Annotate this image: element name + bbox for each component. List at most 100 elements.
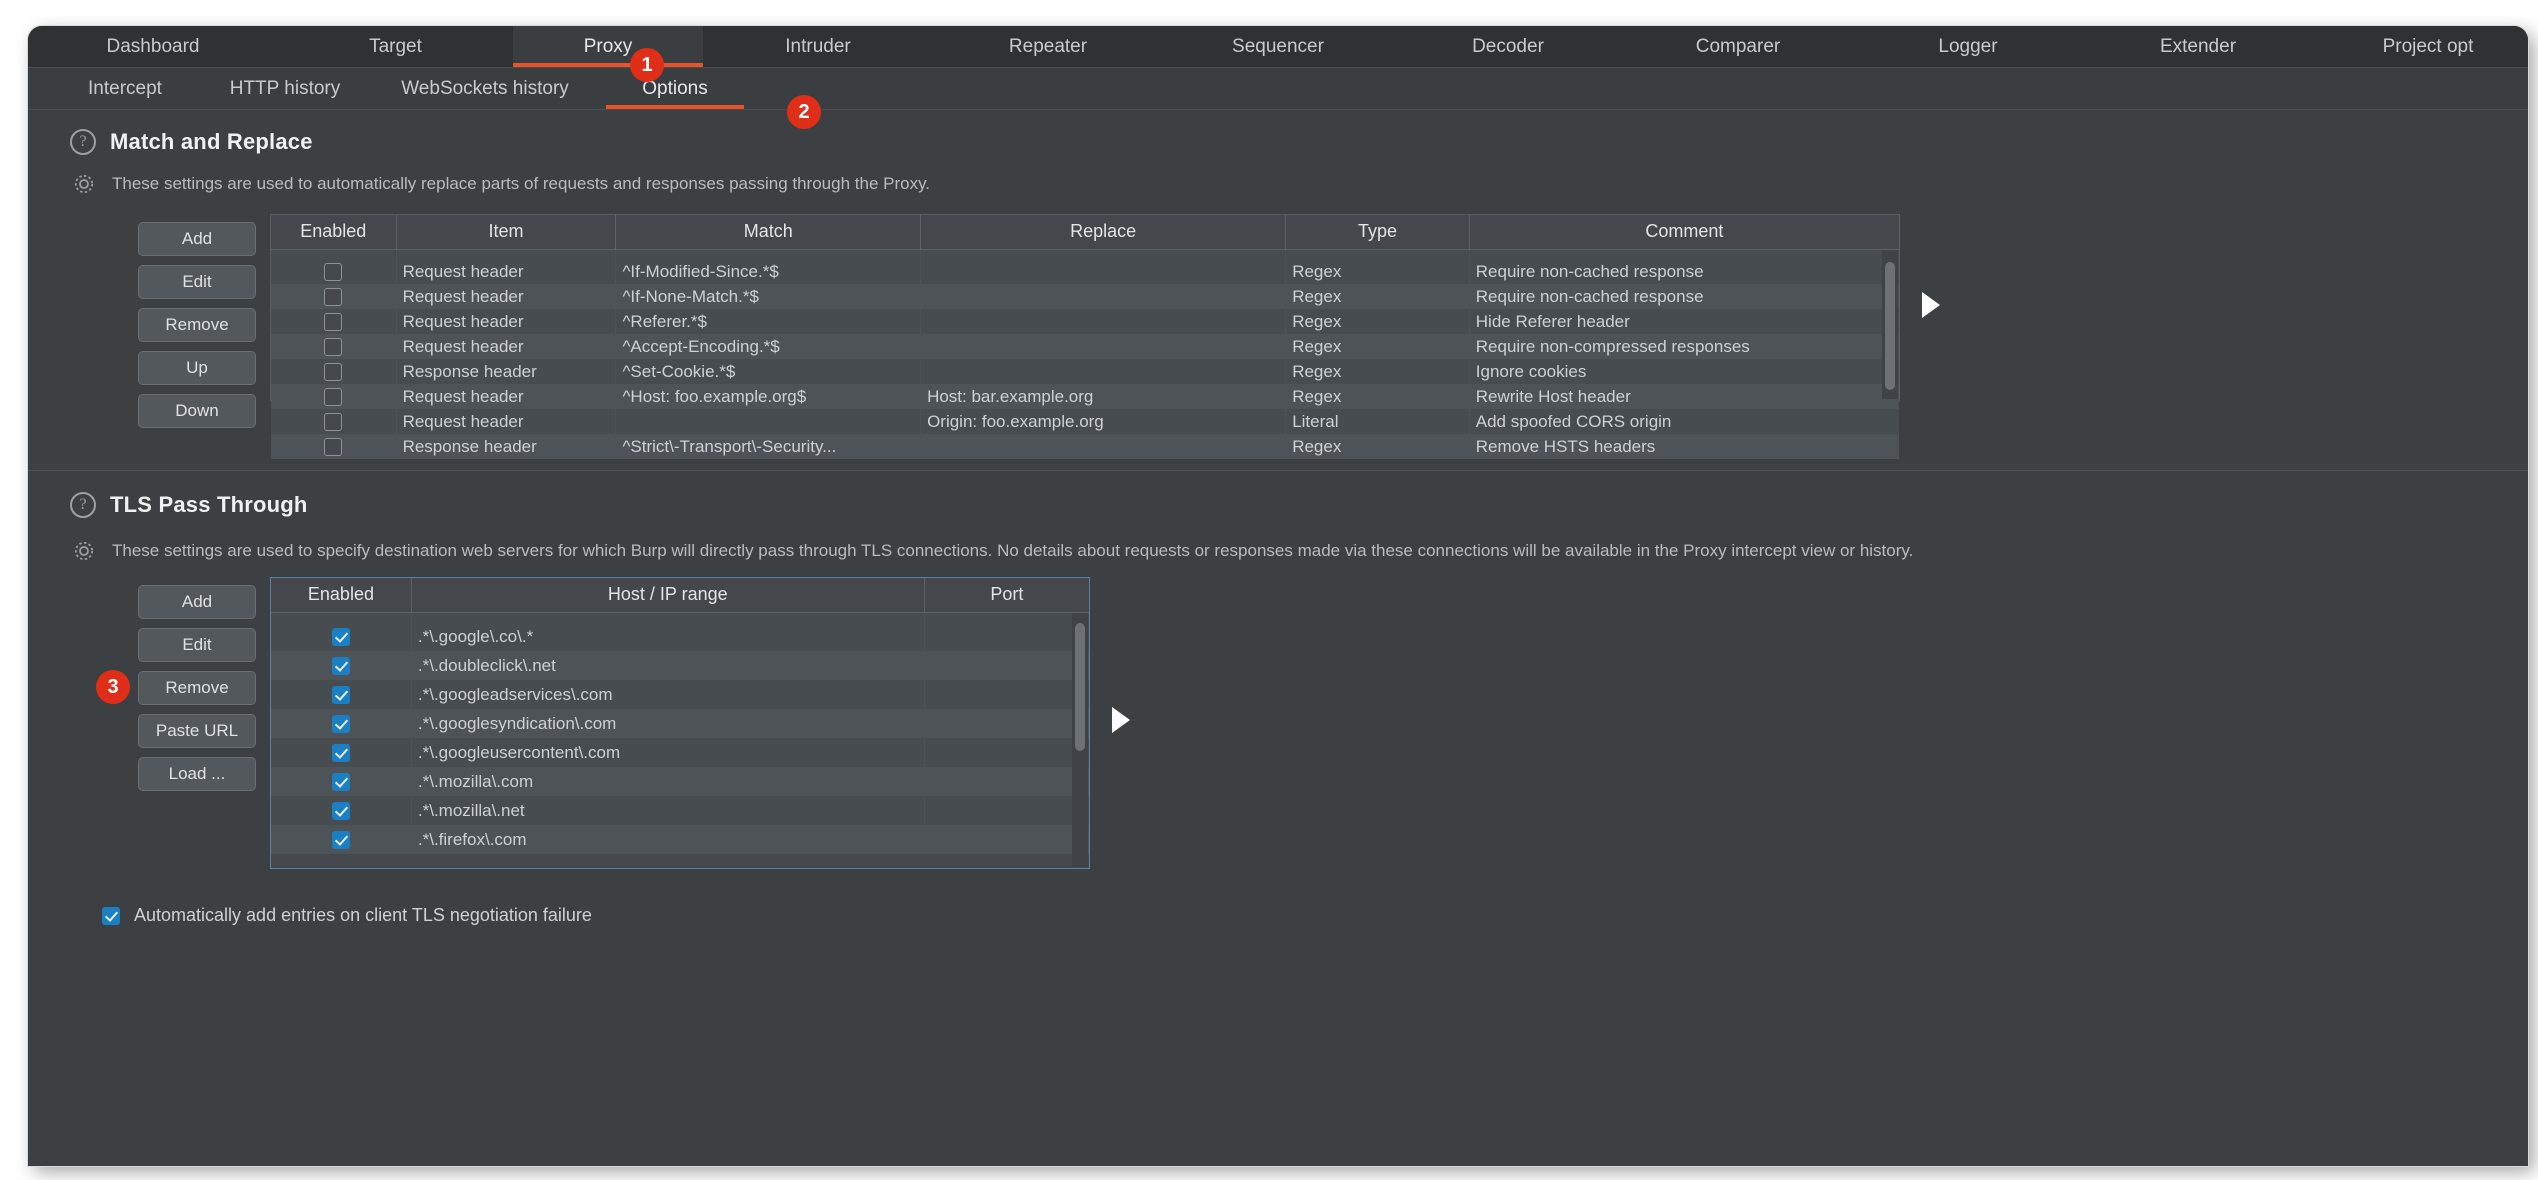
row-enabled-checkbox-cell[interactable] <box>271 384 396 409</box>
row-enabled-checkbox-cell[interactable] <box>271 359 396 384</box>
table-row-partial[interactable] <box>271 612 1089 622</box>
main-tab-intruder[interactable]: Intruder <box>703 26 933 67</box>
table-row[interactable]: Request header^If-Modified-Since.*$Regex… <box>271 259 1899 284</box>
table-row[interactable]: Request header^Accept-Encoding.*$RegexRe… <box>271 334 1899 359</box>
enabled-checkbox[interactable] <box>332 773 350 791</box>
table-row[interactable]: Request header^If-None-Match.*$RegexRequ… <box>271 284 1899 309</box>
match-replace-down-button[interactable]: Down <box>138 394 256 428</box>
sub-tab-websockets-history[interactable]: WebSockets history <box>370 68 600 109</box>
column-header-comment[interactable]: Comment <box>1469 215 1899 249</box>
match-and-replace-scrollbar[interactable] <box>1882 250 1898 399</box>
column-header-item[interactable]: Item <box>396 215 616 249</box>
column-header-enabled[interactable]: Enabled <box>271 578 411 612</box>
main-tab-target[interactable]: Target <box>278 26 513 67</box>
row-item-cell: Request header <box>396 284 616 309</box>
row-enabled-checkbox-cell[interactable] <box>271 622 411 651</box>
enabled-checkbox[interactable] <box>324 388 342 406</box>
match-and-replace-expand-arrow[interactable] <box>1922 292 1940 318</box>
match-replace-up-button[interactable]: Up <box>138 351 256 385</box>
enabled-checkbox[interactable] <box>324 363 342 381</box>
row-enabled-checkbox-cell[interactable] <box>271 434 396 459</box>
main-tab-comparer[interactable]: Comparer <box>1623 26 1853 67</box>
auto-add-entries-option-row[interactable]: Automatically add entries on client TLS … <box>28 905 2528 926</box>
scrollbar-thumb[interactable] <box>1885 262 1895 390</box>
table-row[interactable]: .*\.mozilla\.net <box>271 796 1089 825</box>
table-row[interactable]: Response header^Set-Cookie.*$RegexIgnore… <box>271 359 1899 384</box>
column-header-host-ip-range[interactable]: Host / IP range <box>411 578 924 612</box>
tls-pass-through-add-button[interactable]: Add <box>138 585 256 619</box>
table-row[interactable]: Response header^Strict\-Transport\-Secur… <box>271 434 1899 459</box>
table-row[interactable]: .*\.googleadservices\.com <box>271 680 1089 709</box>
main-tab-sequencer[interactable]: Sequencer <box>1163 26 1393 67</box>
tls-pass-through-edit-button[interactable]: Edit <box>138 628 256 662</box>
enabled-checkbox[interactable] <box>324 263 342 281</box>
row-enabled-checkbox-cell[interactable] <box>271 409 396 434</box>
table-row[interactable]: .*\.doubleclick\.net <box>271 651 1089 680</box>
table-row[interactable]: Request headerOrigin: foo.example.orgLit… <box>271 409 1899 434</box>
tls-pass-through-remove-button[interactable]: Remove <box>138 671 256 705</box>
gear-icon[interactable] <box>70 537 98 565</box>
main-tab-extender[interactable]: Extender <box>2083 26 2313 67</box>
column-header-enabled[interactable]: Enabled <box>271 215 396 249</box>
row-enabled-checkbox-cell[interactable] <box>271 825 411 854</box>
auto-add-entries-checkbox[interactable] <box>102 907 120 925</box>
row-enabled-checkbox-cell[interactable] <box>271 767 411 796</box>
enabled-checkbox[interactable] <box>332 657 350 675</box>
tls-pass-through-expand-arrow[interactable] <box>1112 707 1130 733</box>
enabled-checkbox[interactable] <box>332 715 350 733</box>
tls-pass-through-table[interactable]: EnabledHost / IP rangePort .*\.google\.c… <box>271 578 1089 854</box>
enabled-checkbox[interactable] <box>324 438 342 456</box>
row-enabled-checkbox-cell[interactable] <box>271 259 396 284</box>
enabled-checkbox[interactable] <box>324 338 342 356</box>
main-tab-decoder[interactable]: Decoder <box>1393 26 1623 67</box>
sub-tab-options[interactable]: Options <box>600 68 750 109</box>
enabled-checkbox[interactable] <box>332 628 350 646</box>
table-row-partial[interactable] <box>271 249 1899 259</box>
gear-icon[interactable] <box>70 170 98 198</box>
row-enabled-checkbox-cell[interactable] <box>271 709 411 738</box>
tls-pass-through-load-button[interactable]: Load ... <box>138 757 256 791</box>
enabled-checkbox[interactable] <box>324 313 342 331</box>
table-row[interactable]: Request header^Referer.*$RegexHide Refer… <box>271 309 1899 334</box>
row-enabled-checkbox-cell[interactable] <box>271 651 411 680</box>
match-and-replace-table[interactable]: EnabledItemMatchReplaceTypeComment Reque… <box>271 215 1899 459</box>
table-row[interactable]: Request header^Host: foo.example.org$Hos… <box>271 384 1899 409</box>
row-enabled-checkbox-cell[interactable] <box>271 334 396 359</box>
table-row[interactable]: .*\.firefox\.com <box>271 825 1089 854</box>
enabled-checkbox[interactable] <box>332 686 350 704</box>
sub-tab-intercept[interactable]: Intercept <box>50 68 200 109</box>
question-icon[interactable]: ? <box>70 492 96 518</box>
scrollbar-thumb[interactable] <box>1075 623 1085 751</box>
main-tab-logger[interactable]: Logger <box>1853 26 2083 67</box>
row-enabled-checkbox-cell[interactable] <box>271 680 411 709</box>
tls-pass-through-description: These settings are used to specify desti… <box>112 541 1913 561</box>
enabled-checkbox[interactable] <box>324 413 342 431</box>
enabled-checkbox[interactable] <box>332 744 350 762</box>
tls-pass-through-paste-url-button[interactable]: Paste URL <box>138 714 256 748</box>
tls-pass-through-scrollbar[interactable] <box>1072 613 1088 867</box>
match-replace-edit-button[interactable]: Edit <box>138 265 256 299</box>
enabled-checkbox[interactable] <box>332 831 350 849</box>
question-icon[interactable]: ? <box>70 129 96 155</box>
column-header-type[interactable]: Type <box>1286 215 1470 249</box>
row-enabled-checkbox-cell[interactable] <box>271 284 396 309</box>
main-tab-project-opt[interactable]: Project opt <box>2313 26 2528 67</box>
match-replace-remove-button[interactable]: Remove <box>138 308 256 342</box>
sub-tab-http-history[interactable]: HTTP history <box>200 68 370 109</box>
row-enabled-checkbox-cell[interactable] <box>271 738 411 767</box>
row-enabled-checkbox-cell[interactable] <box>271 796 411 825</box>
enabled-checkbox[interactable] <box>324 288 342 306</box>
table-row[interactable]: .*\.google\.co\.* <box>271 622 1089 651</box>
match-replace-add-button[interactable]: Add <box>138 222 256 256</box>
table-row[interactable]: .*\.mozilla\.com <box>271 767 1089 796</box>
column-header-match[interactable]: Match <box>616 215 921 249</box>
main-tab-proxy[interactable]: Proxy <box>513 26 703 67</box>
column-header-port[interactable]: Port <box>924 578 1089 612</box>
table-row[interactable]: .*\.googleusercontent\.com <box>271 738 1089 767</box>
main-tab-dashboard[interactable]: Dashboard <box>28 26 278 67</box>
column-header-replace[interactable]: Replace <box>921 215 1286 249</box>
row-enabled-checkbox-cell[interactable] <box>271 309 396 334</box>
main-tab-repeater[interactable]: Repeater <box>933 26 1163 67</box>
table-row[interactable]: .*\.googlesyndication\.com <box>271 709 1089 738</box>
enabled-checkbox[interactable] <box>332 802 350 820</box>
